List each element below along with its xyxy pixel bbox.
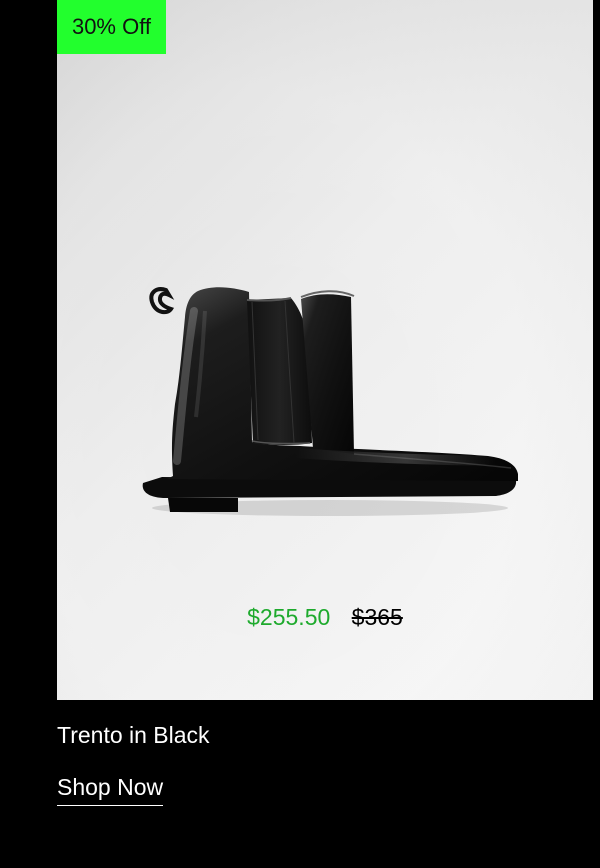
- original-price: $365: [351, 604, 403, 630]
- price-row: $255.50 $365: [57, 602, 593, 632]
- shop-now-link[interactable]: Shop Now: [57, 772, 164, 806]
- product-card[interactable]: 30% Off $255.50 $365: [57, 0, 593, 700]
- chelsea-boot-icon: [142, 287, 518, 516]
- sale-price: $255.50: [247, 604, 331, 630]
- product-title: Trento in Black: [57, 722, 210, 748]
- discount-badge: 30% Off: [57, 0, 166, 54]
- chelsea-boot-image[interactable]: [135, 280, 525, 518]
- promo-page: 30% Off $255.50 $365 Trento in Black Sho…: [0, 0, 600, 868]
